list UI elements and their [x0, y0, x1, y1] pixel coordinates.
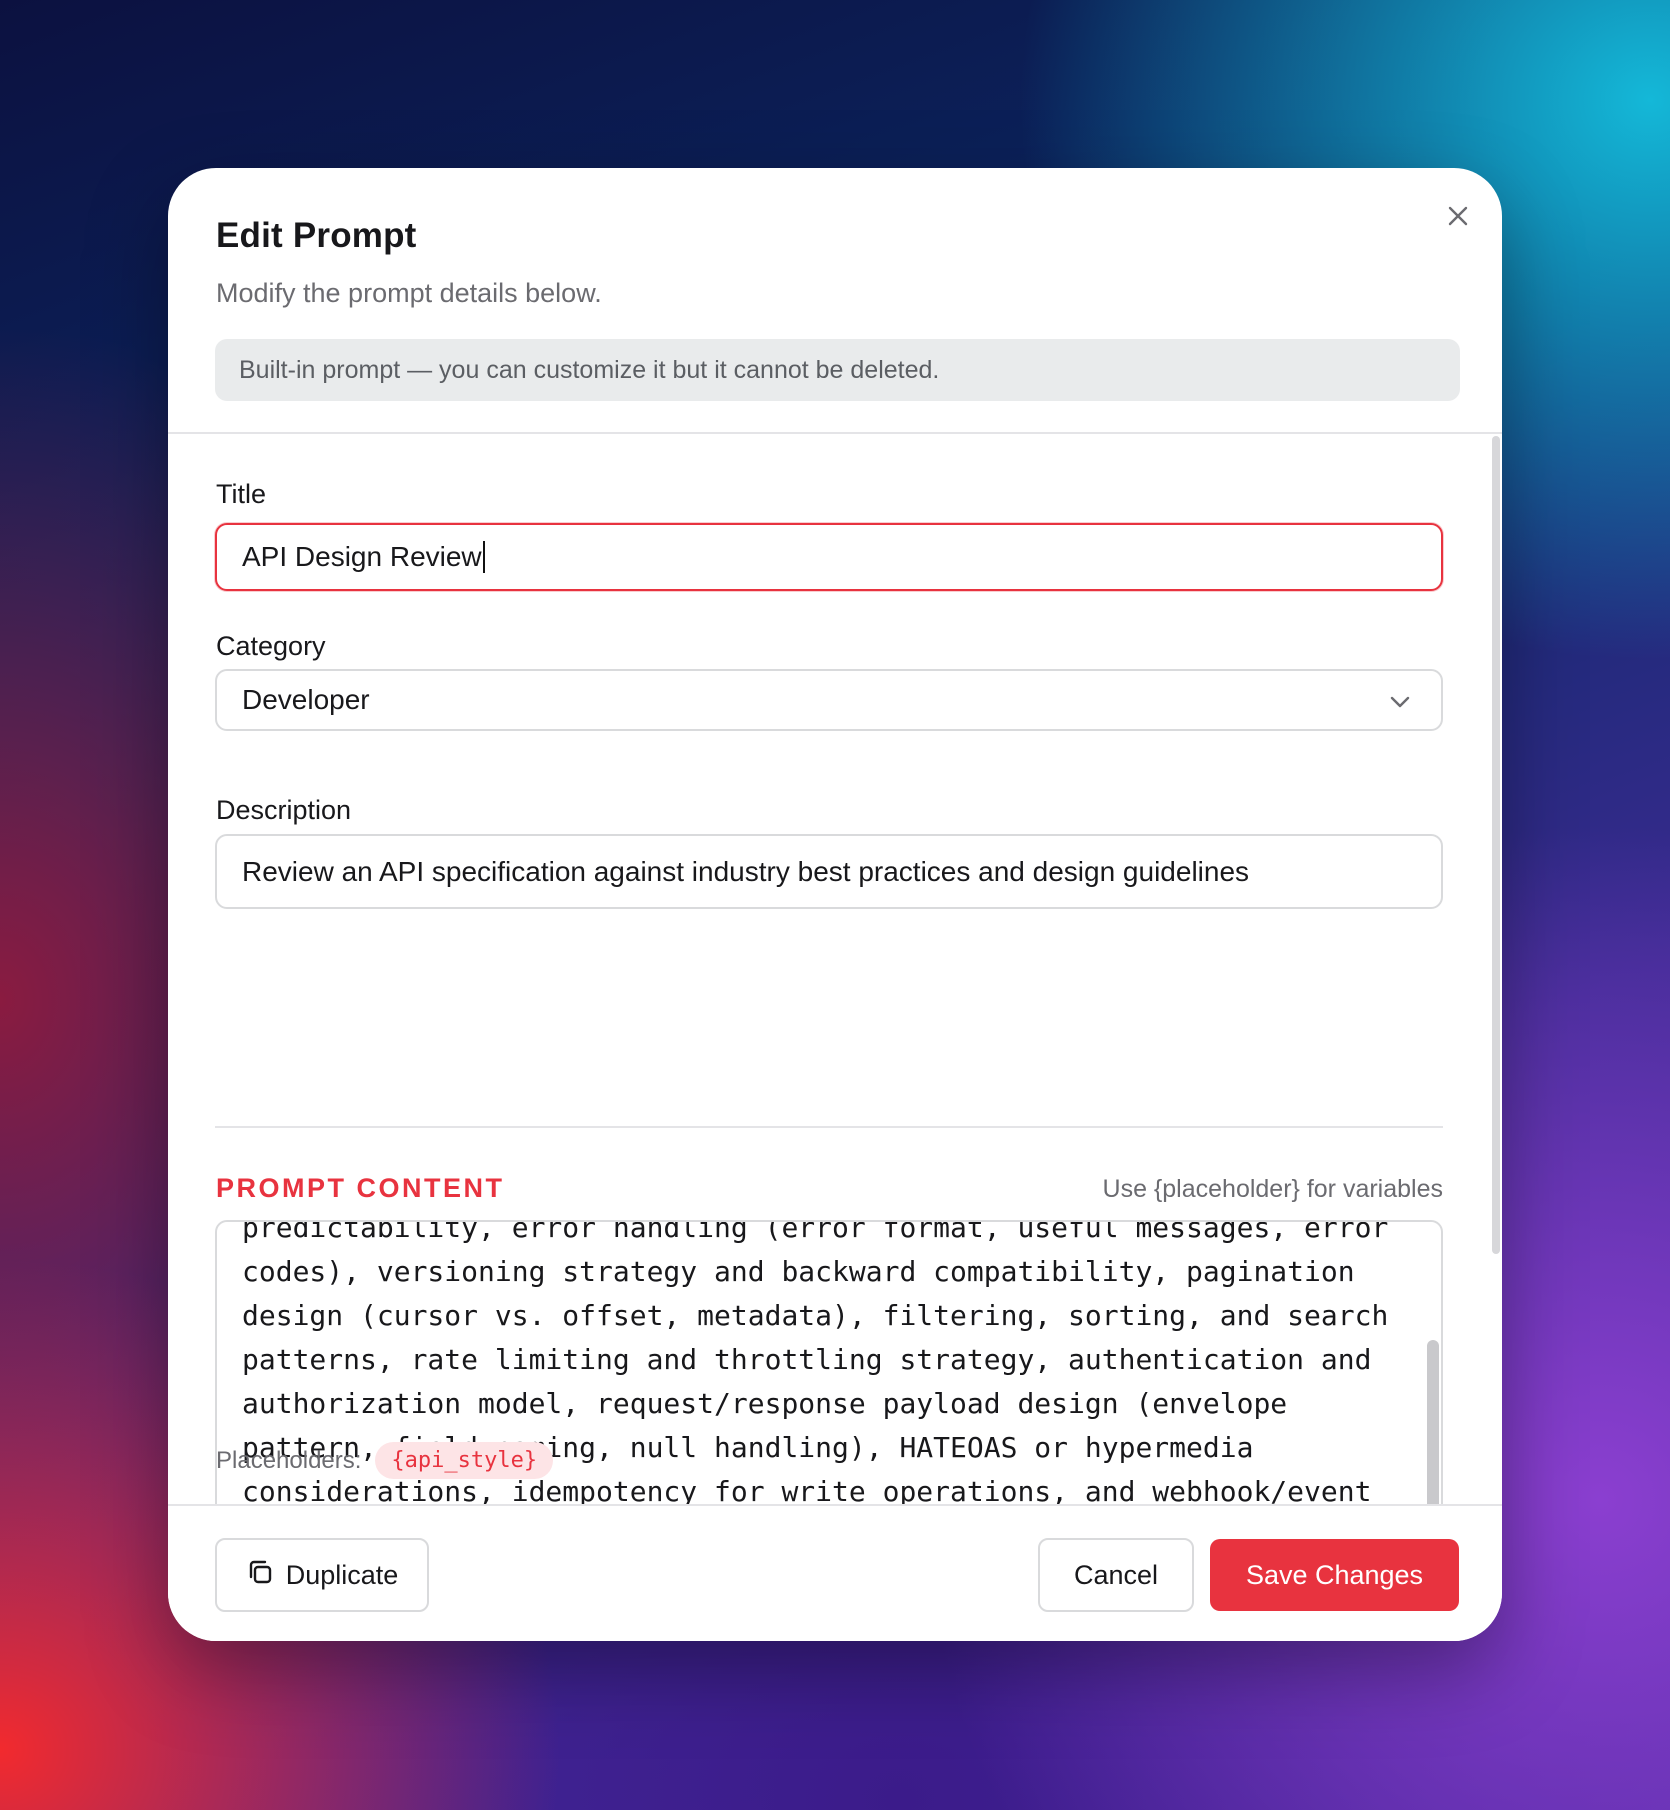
category-select-value: Developer	[242, 684, 370, 715]
title-input[interactable]: API Design Review	[215, 523, 1443, 591]
placeholder-chip: {api_style}	[375, 1442, 554, 1479]
info-banner: Built-in prompt — you can customize it b…	[215, 339, 1460, 401]
textarea-scrollbar[interactable]	[1427, 1340, 1439, 1504]
duplicate-label: Duplicate	[285, 1559, 399, 1590]
section-divider	[215, 1126, 1443, 1128]
prompt-content-label: PROMPT CONTENT	[216, 1173, 505, 1203]
dialog-header: Edit Prompt Modify the prompt details be…	[168, 168, 1502, 433]
save-changes-button[interactable]: Save Changes	[1210, 1539, 1459, 1611]
title-input-value: API Design Review	[242, 541, 482, 572]
copy-icon	[246, 1558, 286, 1593]
close-button[interactable]	[1438, 198, 1478, 238]
dialog-scrollbar[interactable]	[1492, 436, 1500, 1254]
close-icon	[1447, 205, 1469, 232]
description-label: Description	[216, 795, 352, 825]
placeholders-row: Placeholders: {api_style}	[216, 1442, 554, 1479]
category-label: Category	[216, 631, 326, 661]
description-input-value: Review an API specification against indu…	[242, 855, 1250, 887]
duplicate-button[interactable]: Duplicate	[215, 1538, 429, 1612]
text-caret	[482, 541, 486, 573]
category-select[interactable]: Developer	[215, 669, 1443, 731]
dialog-subtitle: Modify the prompt details below.	[216, 278, 602, 308]
dialog-body: Title API Design Review Category Develop…	[168, 434, 1502, 1504]
dialog-footer: Duplicate Cancel Save Changes	[168, 1504, 1502, 1641]
chevron-down-icon	[1389, 684, 1411, 716]
placeholder-hint: Use {placeholder} for variables	[1102, 1175, 1443, 1203]
cancel-button[interactable]: Cancel	[1038, 1538, 1194, 1612]
description-input[interactable]: Review an API specification against indu…	[215, 834, 1443, 909]
title-label: Title	[216, 479, 267, 509]
dialog-title: Edit Prompt	[216, 216, 417, 255]
placeholders-label: Placeholders:	[216, 1446, 362, 1474]
edit-prompt-dialog: Edit Prompt Modify the prompt details be…	[168, 168, 1502, 1641]
